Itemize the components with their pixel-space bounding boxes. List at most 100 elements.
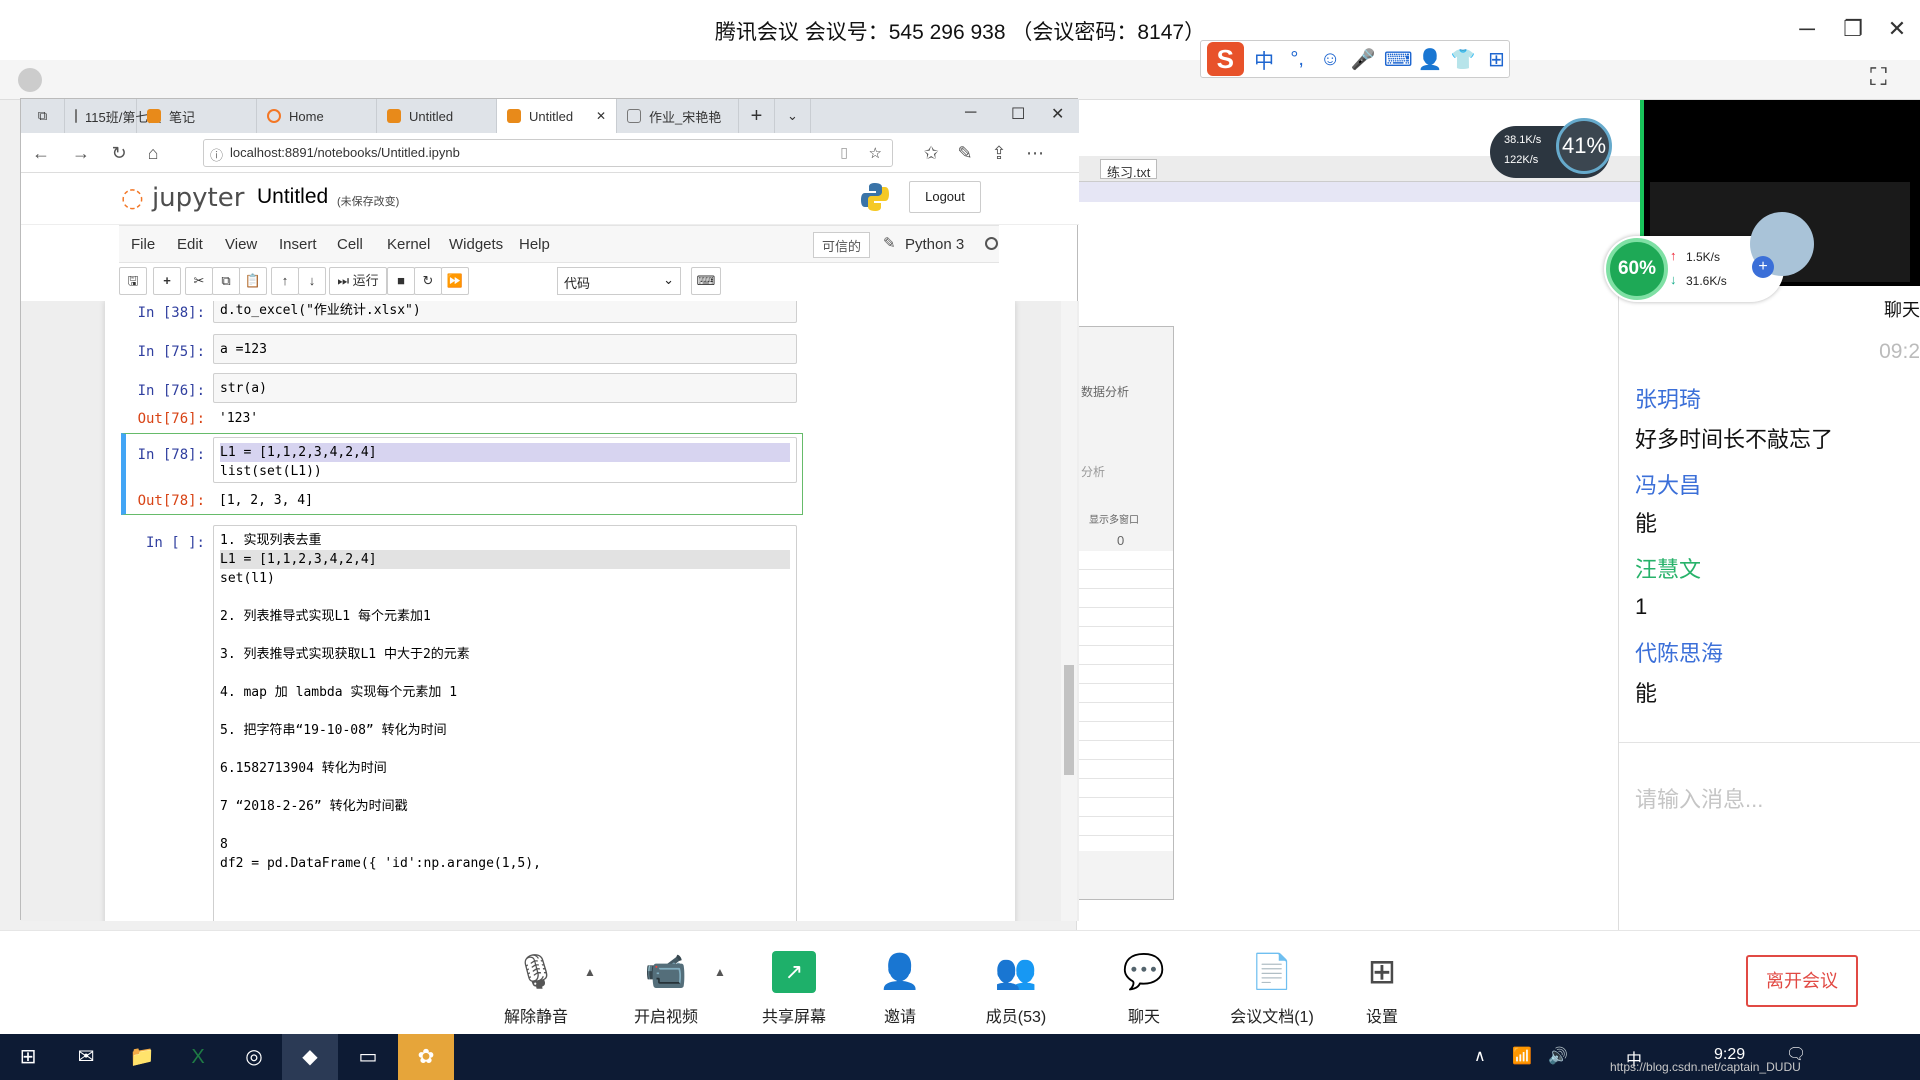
add-icon[interactable]: + <box>1752 256 1774 278</box>
code-cell-78[interactable]: L1 = [1,1,2,3,4,2,4] list(set(L1)) <box>213 437 797 483</box>
tab-1[interactable]: 115班/第七天 <box>65 99 161 133</box>
tab-6[interactable]: 作业_宋艳艳 <box>617 99 739 133</box>
more-icon[interactable]: ⋯ <box>1021 139 1049 167</box>
favorites-icon[interactable]: ✩ <box>917 139 945 167</box>
reading-view-icon[interactable]: ▯ <box>840 144 848 161</box>
tray-chevron-icon[interactable]: ∧ <box>1474 1046 1486 1066</box>
pen-icon[interactable]: ✎ <box>951 139 979 167</box>
restore-button[interactable]: ❐ <box>1838 14 1868 44</box>
cut-icon[interactable]: ✂ <box>185 267 213 295</box>
stop-icon[interactable]: ■ <box>387 267 415 295</box>
menu-view[interactable]: View <box>225 236 257 253</box>
ime-skin-icon[interactable]: 👕 <box>1451 47 1476 72</box>
ime-voice-icon[interactable]: 🎤 <box>1351 47 1376 72</box>
new-tab-button[interactable]: + <box>739 99 775 133</box>
excel-icon[interactable]: X <box>170 1034 226 1080</box>
page-icon <box>627 109 641 123</box>
refresh-icon[interactable]: ↻ <box>105 139 133 167</box>
cell-type-select[interactable]: 代码 ⌄ <box>557 267 681 295</box>
back-icon[interactable]: ← <box>27 139 55 167</box>
volume-icon[interactable]: 🔊 <box>1548 1046 1568 1066</box>
show-multi-window-label[interactable]: 显示多窗口 <box>1089 511 1139 526</box>
menu-file[interactable]: File <box>131 236 155 253</box>
code-cell-75[interactable]: a =123 <box>213 334 797 364</box>
share-icon[interactable]: ⇪ <box>985 139 1013 167</box>
file-explorer-icon[interactable]: 📁 <box>114 1034 170 1080</box>
menu-insert[interactable]: Insert <box>279 236 317 253</box>
scrollbar-thumb[interactable] <box>1064 665 1074 775</box>
add-cell-icon[interactable]: + <box>153 267 181 295</box>
notebook-scrollbar[interactable] <box>1061 301 1077 921</box>
tab-5-active[interactable]: Untitled ✕ <box>497 99 617 133</box>
code-cell-exercises[interactable]: 1. 实现列表去重 L1 = [1,1,2,3,4,2,4] set(l1) 2… <box>213 525 797 921</box>
start-video-button[interactable]: 📹 开启视频 <box>616 951 716 1027</box>
browser-close[interactable]: ✕ <box>1051 104 1064 124</box>
keyboard-icon[interactable]: ⌨ <box>691 267 721 295</box>
mail-icon[interactable]: ✉ <box>58 1034 114 1080</box>
sogou-logo-icon[interactable]: S <box>1207 42 1244 76</box>
menu-cell[interactable]: Cell <box>337 236 363 253</box>
close-button[interactable]: ✕ <box>1882 14 1912 44</box>
ime-punctuation-toggle[interactable]: °, <box>1285 48 1310 71</box>
tab-3[interactable]: Home <box>257 99 377 133</box>
run-button[interactable]: ⏭ 运行 <box>329 267 387 295</box>
terminal-icon[interactable]: ▭ <box>340 1034 396 1080</box>
forward-icon[interactable]: → <box>67 139 95 167</box>
tab-list-chevron-icon[interactable]: ⌄ <box>775 99 811 133</box>
ime-emoji-icon[interactable]: ☺ <box>1318 48 1343 71</box>
menu-help[interactable]: Help <box>519 236 550 253</box>
ime-keyboard-icon[interactable]: ⌨ <box>1384 47 1413 72</box>
chat-button[interactable]: 💬 聊天 <box>1094 951 1194 1027</box>
chrome-icon[interactable]: ◎ <box>226 1034 282 1080</box>
code-cell-38[interactable]: d.to_excel("作业统计.xlsx") <box>213 301 797 323</box>
unmute-button[interactable]: 🎙 解除静音 <box>486 951 586 1027</box>
share-screen-button[interactable]: ↗ 共享屏幕 <box>744 951 844 1027</box>
minimize-button[interactable]: ─ <box>1792 14 1822 44</box>
wechat-icon[interactable]: ✿ <box>398 1034 454 1080</box>
code-cell-76[interactable]: str(a) <box>213 373 797 403</box>
copy-icon[interactable]: ⧉ <box>212 267 240 295</box>
clock[interactable]: 9:29 <box>1714 1046 1745 1064</box>
menu-kernel[interactable]: Kernel <box>387 236 430 253</box>
menu-edit[interactable]: Edit <box>177 236 203 253</box>
leave-meeting-button[interactable]: 离开会议 <box>1746 955 1858 1007</box>
settings-button[interactable]: ⊞ 设置 <box>1332 951 1432 1027</box>
trusted-badge[interactable]: 可信的 <box>813 232 871 258</box>
background-file-tab[interactable]: 练习.txt <box>1100 159 1158 180</box>
notebook-name[interactable]: Untitled <box>257 185 328 209</box>
tab-actions-icon[interactable]: ⧉ <box>21 99 65 133</box>
notification-icon[interactable]: 🗨 <box>1786 1044 1806 1064</box>
ime-chinese-toggle[interactable]: 中 <box>1252 45 1277 74</box>
wifi-icon[interactable]: 📶 <box>1512 1046 1532 1066</box>
audio-options-caret-icon[interactable]: ▲ <box>584 965 596 979</box>
restart-icon[interactable]: ↻ <box>414 267 442 295</box>
ime-user-icon[interactable]: 👤 <box>1418 47 1443 72</box>
home-icon[interactable]: ⌂ <box>139 139 167 167</box>
ime-toolbox-icon[interactable]: ⊞ <box>1484 47 1509 72</box>
video-options-caret-icon[interactable]: ▲ <box>714 965 726 979</box>
browser-maximize[interactable]: ☐ <box>1011 104 1025 124</box>
tab-2[interactable]: 笔记 <box>137 99 257 133</box>
move-down-icon[interactable]: ↓ <box>298 267 326 295</box>
documents-button[interactable]: 📄 会议文档(1) <box>1222 951 1322 1027</box>
members-button[interactable]: 👥 成员(53) <box>966 951 1066 1027</box>
windows-start-icon[interactable]: ⊞ <box>0 1034 56 1080</box>
menu-widgets[interactable]: Widgets <box>449 236 503 253</box>
save-icon[interactable]: 🖫 <box>119 267 147 295</box>
paste-icon[interactable]: 📋 <box>239 267 267 295</box>
tencent-meeting-icon[interactable]: ◆ <box>282 1034 338 1080</box>
notebook-scroll-area[interactable]: In [38]: d.to_excel("作业统计.xlsx") In [75]… <box>21 301 1079 921</box>
invite-button[interactable]: 👤 邀请 <box>850 951 950 1027</box>
jupyter-logo[interactable]: ◌ jupyter <box>121 183 244 213</box>
chat-input[interactable]: 请输入消息... <box>1635 782 1763 814</box>
edit-pencil-icon[interactable]: ✎ <box>883 234 896 252</box>
logout-button[interactable]: Logout <box>909 181 981 213</box>
move-up-icon[interactable]: ↑ <box>271 267 299 295</box>
fullscreen-icon[interactable]: ⛶ <box>1870 64 1887 92</box>
url-field[interactable]: ⓘ localhost:8891/notebooks/Untitled.ipyn… <box>203 139 893 167</box>
fast-forward-icon[interactable]: ⏩ <box>441 267 469 295</box>
tab-4[interactable]: Untitled <box>377 99 497 133</box>
favorite-star-icon[interactable]: ☆ <box>869 144 882 162</box>
browser-minimize[interactable]: ─ <box>965 104 976 122</box>
close-tab-icon[interactable]: ✕ <box>596 109 606 123</box>
